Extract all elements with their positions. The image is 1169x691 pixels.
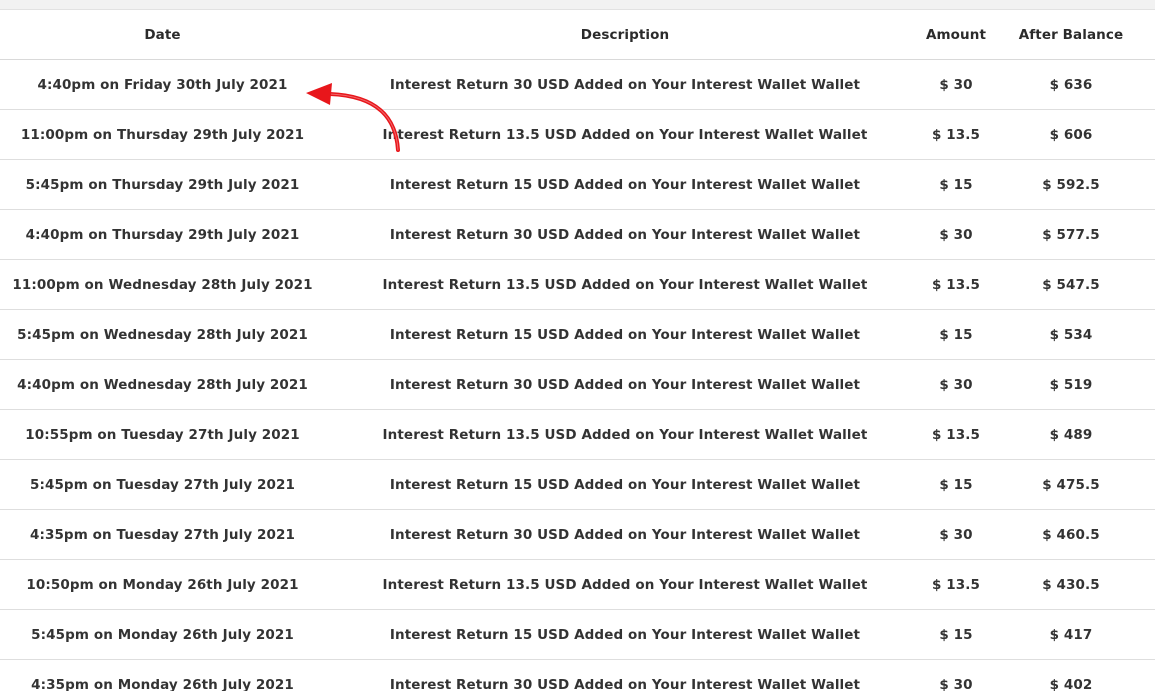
table-row: 5:45pm on Monday 26th July 2021 Interest …	[0, 609, 1155, 660]
top-strip	[0, 0, 1155, 10]
cell-after-balance: $ 489	[987, 409, 1155, 460]
cell-date: 11:00pm on Wednesday 28th July 2021	[0, 259, 325, 310]
cell-amount: $ 30	[925, 59, 987, 110]
table-row: 4:35pm on Tuesday 27th July 2021 Interest…	[0, 509, 1155, 560]
cell-description: Interest Return 13.5 USD Added on Your I…	[325, 259, 925, 310]
table-row: 11:00pm on Wednesday 28th July 2021 Inter…	[0, 259, 1155, 310]
cell-date: 4:40pm on Thursday 29th July 2021	[0, 209, 325, 260]
table-row: 11:00pm on Thursday 29th July 2021 Intere…	[0, 109, 1155, 160]
header-description: Description	[325, 10, 925, 60]
table-row: 4:40pm on Wednesday 28th July 2021 Intere…	[0, 359, 1155, 410]
cell-after-balance: $ 606	[987, 109, 1155, 160]
table-row: 4:40pm on Friday 30th July 2021 Interest …	[0, 59, 1155, 110]
header-after-balance: After Balance	[987, 10, 1155, 60]
cell-date: 4:40pm on Wednesday 28th July 2021	[0, 359, 325, 410]
cell-amount: $ 13.5	[925, 559, 987, 610]
table-row: 5:45pm on Wednesday 28th July 2021 Intere…	[0, 309, 1155, 360]
transaction-history-page: Date Description Amount After Balance 4:…	[0, 0, 1169, 691]
cell-amount: $ 15	[925, 309, 987, 360]
cell-date: 5:45pm on Tuesday 27th July 2021	[0, 459, 325, 510]
cell-date: 5:45pm on Wednesday 28th July 2021	[0, 309, 325, 360]
header-date: Date	[0, 10, 325, 60]
table-row: 5:45pm on Thursday 29th July 2021 Interes…	[0, 159, 1155, 210]
table-row: 4:40pm on Thursday 29th July 2021 Interes…	[0, 209, 1155, 260]
cell-amount: $ 30	[925, 209, 987, 260]
cell-date: 4:35pm on Tuesday 27th July 2021	[0, 509, 325, 560]
cell-after-balance: $ 460.5	[987, 509, 1155, 560]
cell-description: Interest Return 13.5 USD Added on Your I…	[325, 559, 925, 610]
cell-amount: $ 30	[925, 509, 987, 560]
cell-description: Interest Return 30 USD Added on Your Int…	[325, 209, 925, 260]
cell-after-balance: $ 534	[987, 309, 1155, 360]
cell-description: Interest Return 15 USD Added on Your Int…	[325, 309, 925, 360]
cell-description: Interest Return 13.5 USD Added on Your I…	[325, 109, 925, 160]
cell-description: Interest Return 30 USD Added on Your Int…	[325, 659, 925, 691]
cell-description: Interest Return 15 USD Added on Your Int…	[325, 159, 925, 210]
cell-date: 10:50pm on Monday 26th July 2021	[0, 559, 325, 610]
cell-after-balance: $ 402	[987, 659, 1155, 691]
header-amount: Amount	[925, 10, 987, 60]
cell-amount: $ 15	[925, 159, 987, 210]
cell-description: Interest Return 15 USD Added on Your Int…	[325, 609, 925, 660]
cell-description: Interest Return 30 USD Added on Your Int…	[325, 509, 925, 560]
table-row: 10:55pm on Tuesday 27th July 2021 Interes…	[0, 409, 1155, 460]
cell-amount: $ 13.5	[925, 259, 987, 310]
cell-after-balance: $ 547.5	[987, 259, 1155, 310]
cell-amount: $ 15	[925, 459, 987, 510]
cell-date: 10:55pm on Tuesday 27th July 2021	[0, 409, 325, 460]
scroll-gutter	[1155, 0, 1169, 691]
header-row: Date Description Amount After Balance	[0, 10, 1155, 60]
cell-description: Interest Return 13.5 USD Added on Your I…	[325, 409, 925, 460]
cell-date: 5:45pm on Monday 26th July 2021	[0, 609, 325, 660]
transactions-table: Date Description Amount After Balance 4:…	[0, 10, 1155, 691]
cell-after-balance: $ 417	[987, 609, 1155, 660]
table-body: 4:40pm on Friday 30th July 2021 Interest …	[0, 59, 1155, 691]
cell-after-balance: $ 577.5	[987, 209, 1155, 260]
table-row: 10:50pm on Monday 26th July 2021 Interest…	[0, 559, 1155, 610]
cell-description: Interest Return 30 USD Added on Your Int…	[325, 59, 925, 110]
cell-date: 4:40pm on Friday 30th July 2021	[0, 59, 325, 110]
cell-after-balance: $ 592.5	[987, 159, 1155, 210]
cell-description: Interest Return 30 USD Added on Your Int…	[325, 359, 925, 410]
cell-after-balance: $ 519	[987, 359, 1155, 410]
cell-after-balance: $ 475.5	[987, 459, 1155, 510]
cell-date: 5:45pm on Thursday 29th July 2021	[0, 159, 325, 210]
cell-description: Interest Return 15 USD Added on Your Int…	[325, 459, 925, 510]
table-row: 4:35pm on Monday 26th July 2021 Interest …	[0, 659, 1155, 691]
cell-amount: $ 15	[925, 609, 987, 660]
cell-amount: $ 13.5	[925, 109, 987, 160]
cell-amount: $ 30	[925, 359, 987, 410]
table-row: 5:45pm on Tuesday 27th July 2021 Interest…	[0, 459, 1155, 510]
cell-amount: $ 30	[925, 659, 987, 691]
cell-after-balance: $ 636	[987, 59, 1155, 110]
table-header: Date Description Amount After Balance	[0, 10, 1155, 60]
cell-date: 4:35pm on Monday 26th July 2021	[0, 659, 325, 691]
cell-after-balance: $ 430.5	[987, 559, 1155, 610]
cell-date: 11:00pm on Thursday 29th July 2021	[0, 109, 325, 160]
cell-amount: $ 13.5	[925, 409, 987, 460]
